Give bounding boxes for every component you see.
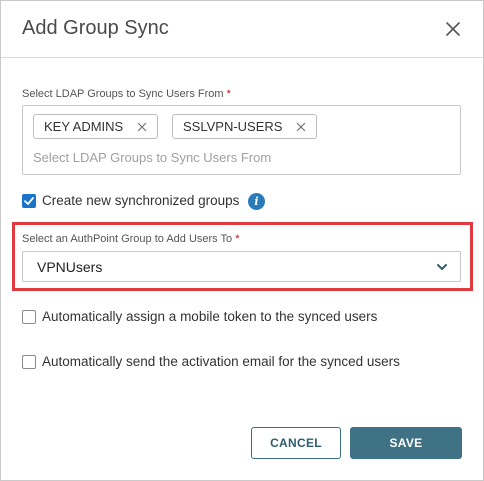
- create-groups-label: Create new synchronized groups: [42, 193, 240, 208]
- remove-chip-icon[interactable]: [137, 122, 147, 132]
- ldap-groups-multiselect[interactable]: KEY ADMINS SSLVPN-USERS Select LDAP Grou…: [22, 105, 461, 175]
- info-icon[interactable]: i: [248, 193, 265, 210]
- ldap-groups-label-text: Select LDAP Groups to Sync Users From: [22, 88, 224, 100]
- required-mark: *: [226, 88, 231, 100]
- close-icon: [446, 22, 460, 36]
- dialog-title: Add Group Sync: [22, 17, 169, 39]
- mobile-token-checkbox[interactable]: [22, 310, 36, 324]
- chip-sslvpn-users: SSLVPN-USERS: [172, 114, 318, 139]
- authpoint-group-select[interactable]: VPNUsers: [22, 251, 461, 282]
- activation-email-label: Automatically send the activation email …: [42, 354, 400, 369]
- chip-key-admins: KEY ADMINS: [33, 114, 159, 139]
- remove-chip-icon[interactable]: [296, 122, 306, 132]
- close-button[interactable]: [441, 17, 465, 41]
- chip-label: KEY ADMINS: [44, 119, 124, 134]
- checkmark-icon: [24, 197, 34, 205]
- create-groups-checkbox[interactable]: [22, 194, 36, 208]
- chip-label: SSLVPN-USERS: [183, 119, 283, 134]
- required-mark: *: [235, 233, 240, 245]
- authpoint-group-label: Select an AuthPoint Group to Add Users T…: [22, 233, 240, 245]
- ldap-groups-placeholder[interactable]: Select LDAP Groups to Sync Users From: [33, 150, 271, 165]
- chevron-down-icon: [437, 264, 447, 270]
- mobile-token-label: Automatically assign a mobile token to t…: [42, 309, 378, 324]
- ldap-groups-label: Select LDAP Groups to Sync Users From *: [22, 88, 231, 100]
- dialog-header: Add Group Sync: [1, 1, 483, 58]
- save-button[interactable]: SAVE: [350, 427, 462, 459]
- activation-email-checkbox[interactable]: [22, 355, 36, 369]
- cancel-button[interactable]: CANCEL: [251, 427, 341, 459]
- add-group-sync-dialog: Add Group Sync Select LDAP Groups to Syn…: [0, 0, 484, 481]
- authpoint-group-value: VPNUsers: [37, 259, 103, 275]
- authpoint-group-label-text: Select an AuthPoint Group to Add Users T…: [22, 233, 233, 245]
